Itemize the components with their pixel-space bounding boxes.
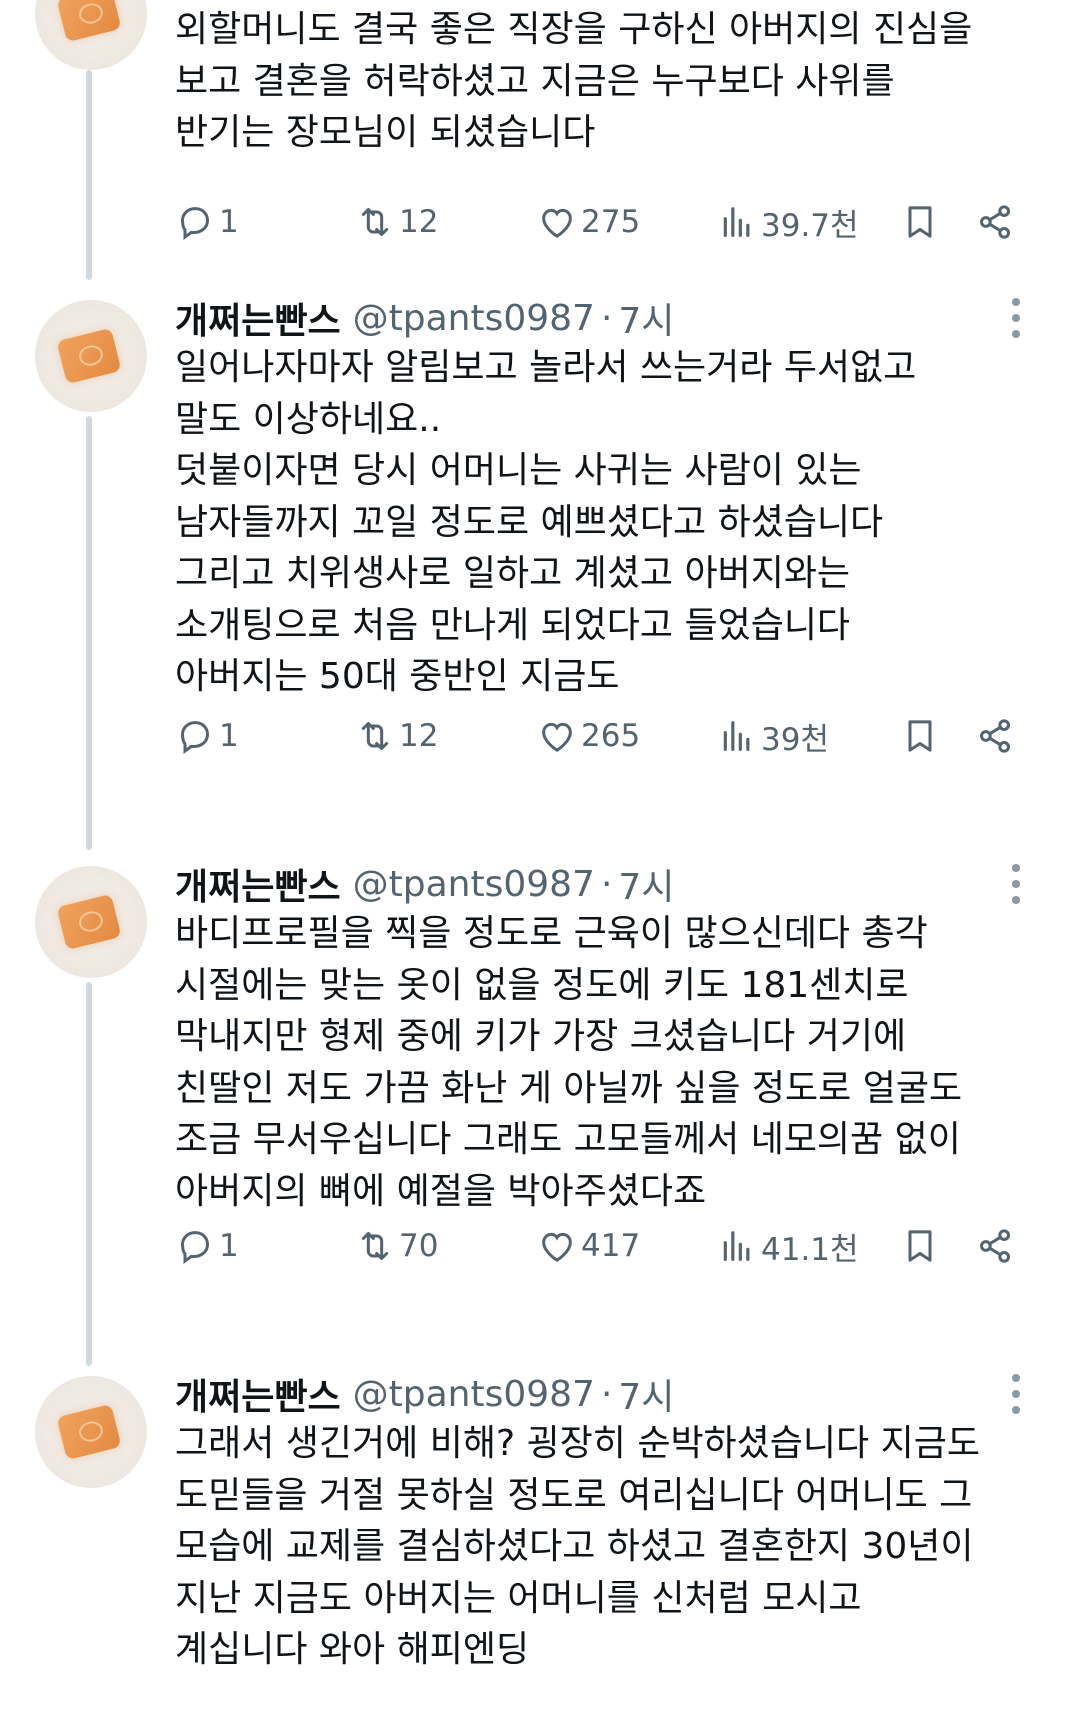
retweet-count: 12 [399, 718, 439, 754]
display-name[interactable]: 개쩌는빤스 [175, 1368, 341, 1420]
like-icon [537, 202, 577, 242]
bookmark-icon [900, 1226, 940, 1266]
retweet-count: 70 [399, 1228, 439, 1264]
reply-button[interactable]: 1 [175, 708, 239, 764]
views-button[interactable]: 41.1천 [717, 1218, 859, 1274]
avatar[interactable] [35, 866, 147, 978]
reply-button[interactable]: 1 [175, 194, 239, 250]
tweet-2[interactable]: 개쩌는빤스 @tpants0987 · 7시 일어나자마자 알림보고 놀라서 쓰… [0, 290, 1080, 850]
retweet-count: 12 [399, 204, 439, 240]
retweet-icon [355, 202, 395, 242]
share-button[interactable] [975, 194, 1015, 250]
user-handle[interactable]: @tpants0987 [353, 1374, 595, 1415]
tweet-text: 그래서 생긴거에 비해? 굉장히 순박하셨습니다 지금도 도믿들을 거절 못하실… [175, 1423, 980, 1670]
reply-count: 1 [219, 718, 239, 754]
tweet-header: 개쩌는빤스 @tpants0987 · 7시 [175, 856, 674, 912]
like-button[interactable]: 417 [537, 1218, 640, 1274]
share-button[interactable] [975, 1218, 1015, 1274]
separator-dot: · [600, 1373, 613, 1415]
views-button[interactable]: 39천 [717, 708, 829, 764]
views-button[interactable]: 39.7천 [717, 194, 859, 250]
tweet-4[interactable]: 개쩌는빤스 @tpants0987 · 7시 그래서 생긴거에 비해? 굉장히 … [0, 1366, 1080, 1719]
reply-icon [175, 202, 215, 242]
bookmark-icon [900, 202, 940, 242]
views-icon [717, 202, 757, 242]
avatar[interactable] [35, 300, 147, 412]
action-bar: 1 12 275 39.7천 [175, 194, 1015, 250]
retweet-button[interactable]: 12 [355, 194, 438, 250]
views-count: 39천 [761, 721, 829, 758]
views-count: 41.1천 [761, 1231, 859, 1268]
thread-line [86, 70, 92, 280]
views-icon [717, 716, 757, 756]
user-handle[interactable]: @tpants0987 [353, 298, 595, 339]
tweet-text: 외할머니도 결국 좋은 직장을 구하신 아버지의 진심을 보고 결혼을 허락하셨… [175, 9, 973, 153]
tweet-text: 일어나자마자 알림보고 놀라서 쓰는거라 두서없고 말도 이상하네요.. 덧붙이… [175, 347, 917, 697]
retweet-icon [355, 716, 395, 756]
like-icon [537, 716, 577, 756]
tweet-3[interactable]: 개쩌는빤스 @tpants0987 · 7시 바디프로필을 찍을 정도로 근육이… [0, 856, 1080, 1366]
share-icon [975, 1226, 1015, 1266]
tweet-header: 개쩌는빤스 @tpants0987 · 7시 [175, 290, 674, 346]
user-handle[interactable]: @tpants0987 [353, 864, 595, 905]
like-count: 417 [581, 1228, 641, 1264]
retweet-icon [355, 1226, 395, 1266]
share-icon [975, 716, 1015, 756]
reply-icon [175, 1226, 215, 1266]
reply-button[interactable]: 1 [175, 1218, 239, 1274]
timestamp[interactable]: 7시 [618, 1368, 674, 1420]
action-bar: 1 70 417 41.1천 [175, 1218, 1015, 1274]
action-bar: 1 12 265 39천 [175, 708, 1015, 764]
share-button[interactable] [975, 708, 1015, 764]
avatar[interactable] [35, 0, 147, 70]
retweet-button[interactable]: 70 [355, 1218, 438, 1274]
views-icon [717, 1226, 757, 1266]
views-count: 39.7천 [761, 207, 859, 244]
bookmark-button[interactable] [900, 708, 940, 764]
like-count: 275 [581, 204, 641, 240]
thread-line [86, 982, 92, 1366]
avatar[interactable] [35, 1376, 147, 1488]
like-button[interactable]: 265 [537, 708, 640, 764]
thread-line [86, 416, 92, 850]
timestamp[interactable]: 7시 [618, 292, 674, 344]
more-icon[interactable] [1010, 298, 1022, 338]
bookmark-button[interactable] [900, 1218, 940, 1274]
share-icon [975, 202, 1015, 242]
tweet-text: 바디프로필을 찍을 정도로 근육이 많으신데다 총각 시절에는 맞는 옷이 없을… [175, 913, 963, 1212]
timestamp[interactable]: 7시 [618, 858, 674, 910]
bookmark-button[interactable] [900, 194, 940, 250]
display-name[interactable]: 개쩌는빤스 [175, 858, 341, 910]
like-icon [537, 1226, 577, 1266]
retweet-button[interactable]: 12 [355, 708, 438, 764]
display-name[interactable]: 개쩌는빤스 [175, 292, 341, 344]
tweet-1[interactable]: 외할머니도 결국 좋은 직장을 구하신 아버지의 진심을 보고 결혼을 허락하셨… [0, 0, 1080, 280]
reply-count: 1 [219, 204, 239, 240]
more-icon[interactable] [1010, 864, 1022, 904]
separator-dot: · [600, 863, 613, 905]
like-button[interactable]: 275 [537, 194, 640, 250]
separator-dot: · [600, 297, 613, 339]
more-icon[interactable] [1010, 1374, 1022, 1414]
bookmark-icon [900, 716, 940, 756]
reply-count: 1 [219, 1228, 239, 1264]
reply-icon [175, 716, 215, 756]
tweet-header: 개쩌는빤스 @tpants0987 · 7시 [175, 1366, 674, 1422]
like-count: 265 [581, 718, 641, 754]
